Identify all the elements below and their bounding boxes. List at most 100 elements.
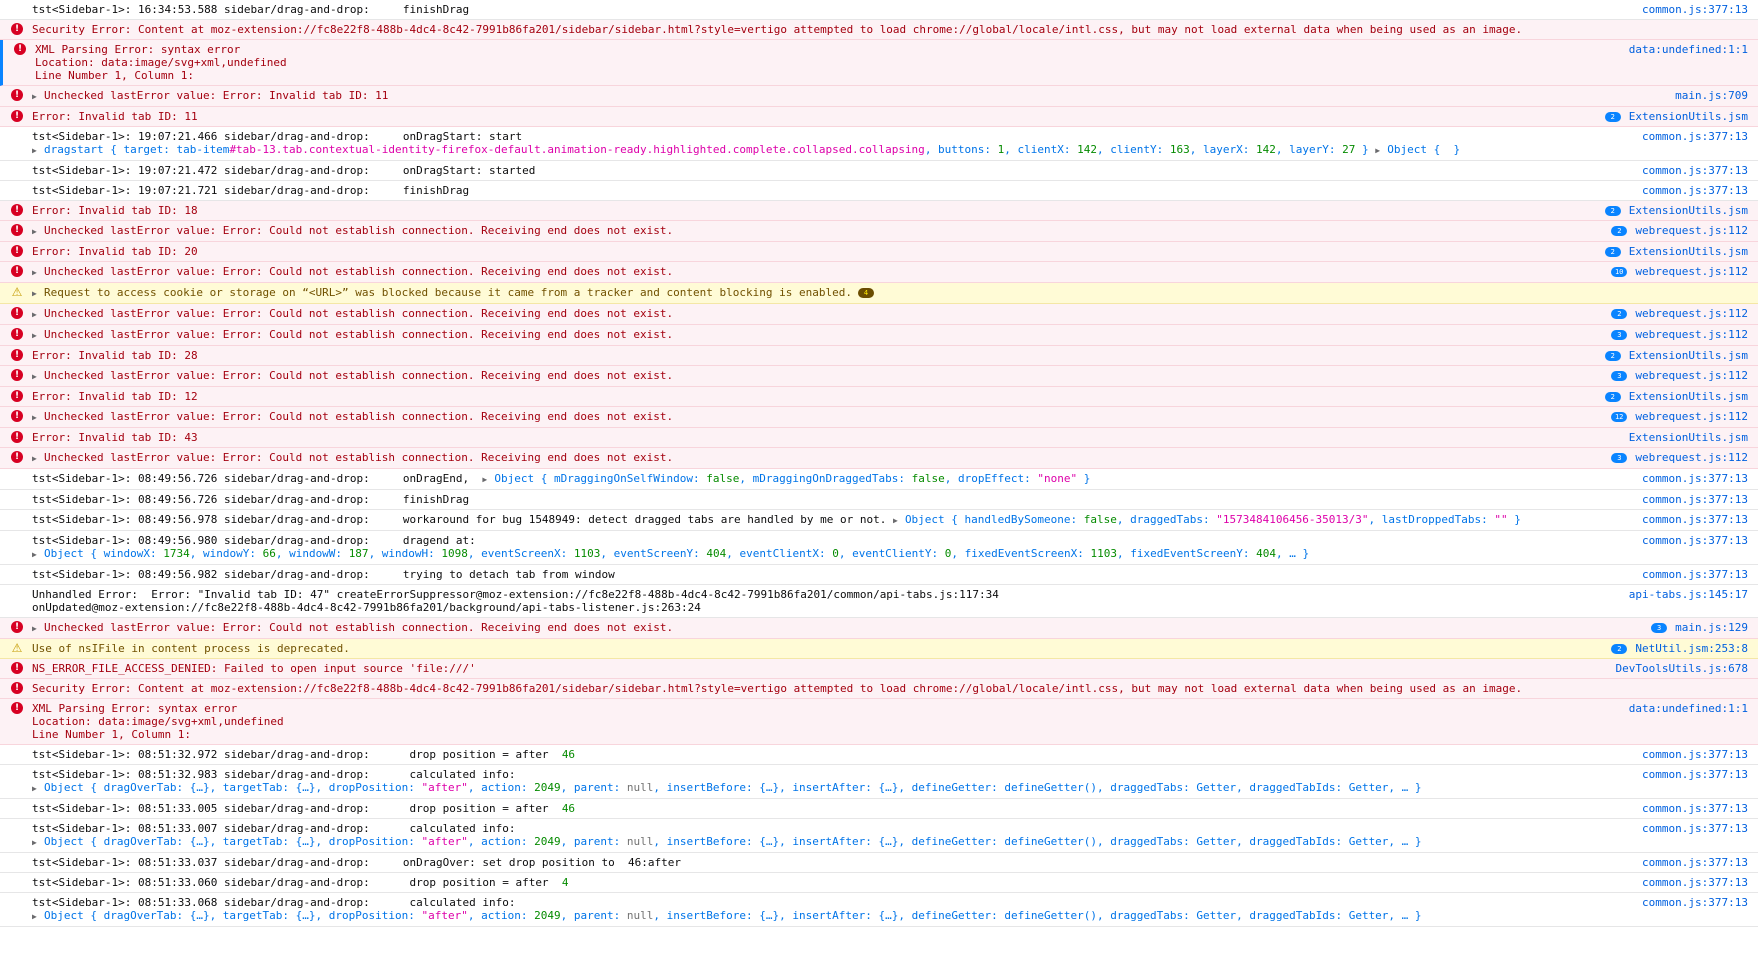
object-inspector[interactable]: , windowY: bbox=[190, 547, 263, 560]
object-inspector[interactable]: Object { handledBySomeone: bbox=[905, 513, 1084, 526]
object-inspector[interactable]: Object { dragOverTab: {…}, targetTab: {…… bbox=[44, 835, 422, 848]
object-inspector[interactable]: Object { dragOverTab: {…}, targetTab: {…… bbox=[44, 909, 422, 922]
source-link[interactable]: common.js:377:13 bbox=[1642, 822, 1748, 835]
expand-arrow-icon[interactable]: ▶ bbox=[32, 370, 44, 383]
console-message-error: ! XML Parsing Error: syntax error Location… bbox=[0, 40, 1758, 86]
object-inspector[interactable]: , insertBefore: {…}, insertAfter: {…}, d… bbox=[653, 909, 1421, 922]
object-inspector[interactable]: , action: bbox=[468, 781, 534, 794]
object-inspector[interactable]: , layerX: bbox=[1190, 143, 1256, 156]
message-body: Error: Invalid tab ID: 12 bbox=[32, 390, 198, 403]
message-token: 187 bbox=[348, 547, 369, 560]
message-body: tst<Sidebar-1>: 08:51:32.983 sidebar/dra… bbox=[32, 768, 516, 781]
source-link[interactable]: webrequest.js:112 bbox=[1635, 307, 1748, 320]
expand-arrow-icon[interactable]: ▶ bbox=[32, 548, 44, 561]
expand-arrow-icon[interactable]: ▶ bbox=[32, 308, 44, 321]
expand-arrow-icon[interactable]: ▶ bbox=[893, 514, 905, 527]
object-inspector[interactable]: , clientY: bbox=[1097, 143, 1170, 156]
source-link[interactable]: ExtensionUtils.jsm bbox=[1629, 431, 1748, 444]
source-link[interactable]: webrequest.js:112 bbox=[1635, 410, 1748, 423]
expand-arrow-icon[interactable]: ▶ bbox=[32, 144, 44, 157]
object-inspector[interactable]: Object { dragOverTab: {…}, targetTab: {…… bbox=[44, 781, 422, 794]
expand-arrow-icon[interactable]: ▶ bbox=[32, 90, 44, 103]
source-link[interactable]: data:undefined:1:1 bbox=[1629, 702, 1748, 715]
source-link[interactable]: ExtensionUtils.jsm bbox=[1629, 390, 1748, 403]
source-link[interactable]: common.js:377:13 bbox=[1642, 748, 1748, 761]
object-inspector[interactable]: , eventScreenY: bbox=[600, 547, 706, 560]
message-token: "after" bbox=[421, 909, 468, 922]
source-link[interactable]: ExtensionUtils.jsm bbox=[1629, 110, 1748, 123]
expand-arrow-icon[interactable]: ▶ bbox=[32, 782, 44, 795]
expand-arrow-icon[interactable]: ▶ bbox=[482, 473, 494, 486]
source-link[interactable]: common.js:377:13 bbox=[1642, 3, 1748, 16]
object-inspector[interactable]: , action: bbox=[468, 909, 534, 922]
object-inspector[interactable]: } bbox=[1077, 472, 1091, 485]
source-link[interactable]: common.js:377:13 bbox=[1642, 896, 1748, 909]
object-inspector[interactable]: , dropEffect: bbox=[945, 472, 1038, 485]
expand-arrow-icon[interactable]: ▶ bbox=[32, 287, 44, 300]
source-link[interactable]: common.js:377:13 bbox=[1642, 568, 1748, 581]
object-inspector[interactable]: Object { } bbox=[1387, 143, 1460, 156]
expand-arrow-icon[interactable]: ▶ bbox=[32, 411, 44, 424]
object-inspector[interactable]: , mDraggingOnDraggedTabs: bbox=[739, 472, 911, 485]
error-icon: ! bbox=[14, 43, 26, 55]
source-link[interactable]: ExtensionUtils.jsm bbox=[1629, 245, 1748, 258]
object-inspector[interactable]: , eventClientY: bbox=[839, 547, 945, 560]
source-link[interactable]: common.js:377:13 bbox=[1642, 513, 1748, 526]
object-inspector[interactable]: , layerY: bbox=[1276, 143, 1342, 156]
object-inspector[interactable]: Object { mDraggingOnSelfWindow: bbox=[494, 472, 706, 485]
object-inspector[interactable]: , draggedTabs: bbox=[1117, 513, 1216, 526]
source-link[interactable]: common.js:377:13 bbox=[1642, 130, 1748, 143]
source-link[interactable]: main.js:129 bbox=[1675, 621, 1748, 634]
object-inspector[interactable]: , eventScreenX: bbox=[468, 547, 574, 560]
object-inspector[interactable]: , parent: bbox=[561, 781, 627, 794]
source-link[interactable]: webrequest.js:112 bbox=[1635, 451, 1748, 464]
source-link[interactable]: ExtensionUtils.jsm bbox=[1629, 204, 1748, 217]
object-inspector[interactable]: Object { windowX: bbox=[44, 547, 163, 560]
source-link[interactable]: ExtensionUtils.jsm bbox=[1629, 349, 1748, 362]
object-inspector[interactable]: , windowH: bbox=[369, 547, 442, 560]
source-link[interactable]: data:undefined:1:1 bbox=[1629, 43, 1748, 56]
source-link[interactable]: common.js:377:13 bbox=[1642, 802, 1748, 815]
object-inspector[interactable]: , action: bbox=[468, 835, 534, 848]
object-inspector[interactable]: , parent: bbox=[561, 909, 627, 922]
expand-arrow-icon[interactable]: ▶ bbox=[32, 910, 44, 923]
object-inspector[interactable]: , insertBefore: {…}, insertAfter: {…}, d… bbox=[653, 835, 1421, 848]
source-link[interactable]: webrequest.js:112 bbox=[1635, 265, 1748, 278]
object-inspector[interactable]: , lastDroppedTabs: bbox=[1369, 513, 1495, 526]
object-inspector[interactable]: , fixedEventScreenY: bbox=[1117, 547, 1256, 560]
source-link[interactable]: webrequest.js:112 bbox=[1635, 328, 1748, 341]
source-link[interactable]: common.js:377:13 bbox=[1642, 493, 1748, 506]
object-inspector[interactable]: dragstart { target: tab-item bbox=[44, 143, 229, 156]
object-inspector[interactable]: , windowW: bbox=[276, 547, 349, 560]
source-link[interactable]: DevToolsUtils.js:678 bbox=[1616, 662, 1748, 675]
source-link[interactable]: common.js:377:13 bbox=[1642, 768, 1748, 781]
object-inspector[interactable]: , fixedEventScreenX: bbox=[951, 547, 1090, 560]
source-link[interactable]: api-tabs.js:145:17 bbox=[1629, 588, 1748, 601]
source-link[interactable]: common.js:377:13 bbox=[1642, 876, 1748, 889]
source-link[interactable]: NetUtil.jsm:253:8 bbox=[1635, 642, 1748, 655]
object-inspector[interactable]: , clientX: bbox=[1004, 143, 1077, 156]
object-inspector[interactable]: } bbox=[1355, 143, 1375, 156]
source-link[interactable]: common.js:377:13 bbox=[1642, 164, 1748, 177]
source-link[interactable]: common.js:377:13 bbox=[1642, 184, 1748, 197]
expand-arrow-icon[interactable]: ▶ bbox=[1375, 144, 1387, 157]
object-inspector[interactable]: , parent: bbox=[561, 835, 627, 848]
source-link[interactable]: webrequest.js:112 bbox=[1635, 369, 1748, 382]
expand-arrow-icon[interactable]: ▶ bbox=[32, 836, 44, 849]
object-inspector[interactable]: , insertBefore: {…}, insertAfter: {…}, d… bbox=[653, 781, 1421, 794]
source-link[interactable]: main.js:709 bbox=[1675, 89, 1748, 102]
expand-arrow-icon[interactable]: ▶ bbox=[32, 329, 44, 342]
expand-arrow-icon[interactable]: ▶ bbox=[32, 266, 44, 279]
object-inspector[interactable]: , eventClientX: bbox=[726, 547, 832, 560]
source-link[interactable]: common.js:377:13 bbox=[1642, 534, 1748, 547]
expand-arrow-icon[interactable]: ▶ bbox=[32, 622, 44, 635]
expand-arrow-icon[interactable]: ▶ bbox=[32, 225, 44, 238]
object-inspector[interactable]: , buttons: bbox=[925, 143, 998, 156]
object-inspector[interactable]: } bbox=[1508, 513, 1521, 526]
console-message-log: Unhandled Error: Error: "Invalid tab ID:… bbox=[0, 585, 1758, 618]
source-link[interactable]: webrequest.js:112 bbox=[1635, 224, 1748, 237]
source-link[interactable]: common.js:377:13 bbox=[1642, 472, 1748, 485]
source-link[interactable]: common.js:377:13 bbox=[1642, 856, 1748, 869]
expand-arrow-icon[interactable]: ▶ bbox=[32, 452, 44, 465]
object-inspector[interactable]: , … } bbox=[1276, 547, 1309, 560]
